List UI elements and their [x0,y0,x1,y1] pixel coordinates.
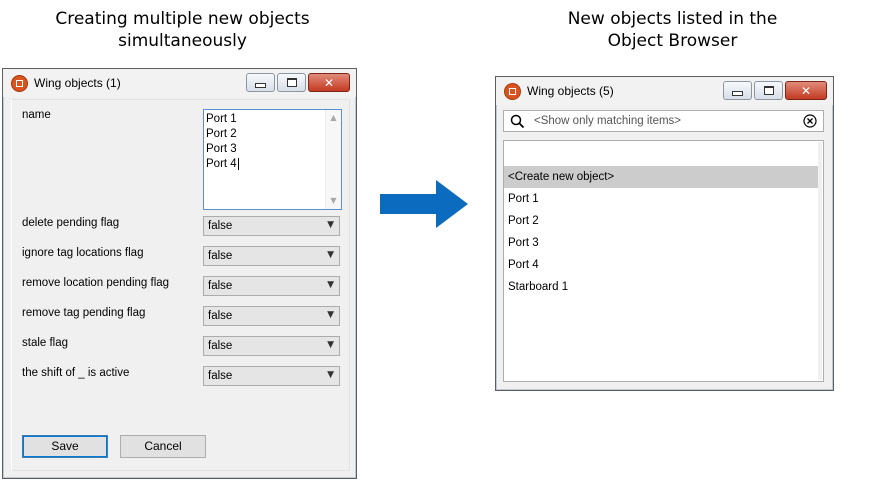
select-value: false [208,370,233,382]
name-line: Port 1 [206,113,237,125]
remove-location-pending-flag-select[interactable]: false ▼ [203,276,340,296]
close-button[interactable]: ✕ [785,81,827,100]
window-controls: ✕ [246,73,350,92]
list-item[interactable]: Port 1 [504,188,825,210]
window-title: Wing objects (5) [527,84,614,98]
chevron-down-icon: ▼ [327,220,334,230]
name-label: name [22,109,51,121]
select-value: false [208,220,233,232]
search-placeholder: <Show only matching items> [534,115,682,127]
maximize-icon [763,86,774,95]
title-bar[interactable]: Wing objects (5) ✕ [496,77,833,105]
list-scrollbar[interactable] [818,142,822,380]
title-bar[interactable]: Wing objects (1) ✕ [3,69,356,97]
shift-active-select[interactable]: false ▼ [203,366,340,386]
maximize-icon [286,78,297,87]
minimize-button[interactable] [723,81,752,100]
list-item-create-new[interactable]: <Create new object> [504,166,822,188]
close-icon: ✕ [323,75,335,90]
field-label: delete pending flag [22,217,120,229]
ignore-tag-locations-flag-select[interactable]: false ▼ [203,246,340,266]
cancel-button[interactable]: Cancel [120,435,206,458]
field-label: remove tag pending flag [22,307,146,319]
select-value: false [208,280,233,292]
scroll-up-icon[interactable]: ▲ [326,111,341,125]
save-button[interactable]: Save [22,435,108,458]
clear-icon[interactable] [803,114,817,128]
list-item[interactable]: Port 4 [504,254,825,276]
field-label: stale flag [22,337,69,349]
left-caption-line2: simultaneously [118,31,247,51]
close-icon: ✕ [800,83,812,98]
select-value: false [208,310,233,322]
maximize-button[interactable] [277,73,306,92]
right-caption-line2: Object Browser [607,31,738,51]
chevron-down-icon: ▼ [327,280,334,290]
field-label: remove location pending flag [22,277,170,289]
search-icon [510,114,525,129]
list-item[interactable]: Starboard 1 [504,276,825,298]
wing-objects-editor-window: Wing objects (1) ✕ name Port 1 Port 2 Po… [2,68,357,479]
minimize-button[interactable] [246,73,275,92]
app-icon [11,74,28,92]
app-icon [504,82,521,100]
form-panel: name Port 1 Port 2 Port 3 Port 4 ▲ ▼ del… [11,99,350,471]
name-line: Port 2 [206,128,237,140]
delete-pending-flag-select[interactable]: false ▼ [203,216,340,236]
object-browser-window: Wing objects (5) ✕ <Show only matching i… [495,76,834,391]
chevron-down-icon: ▼ [327,340,334,350]
field-label: the shift of _ is active [22,367,130,379]
left-caption-line1: Creating multiple new objects [55,9,310,29]
search-input[interactable]: <Show only matching items> [503,110,824,132]
window-title: Wing objects (1) [34,76,121,90]
textarea-scrollbar[interactable]: ▲ ▼ [325,110,341,209]
name-textarea[interactable]: Port 1 Port 2 Port 3 Port 4 ▲ ▼ [203,109,342,210]
window-controls: ✕ [723,81,827,100]
minimize-icon [732,90,743,96]
field-label: ignore tag locations flag [22,247,144,259]
stale-flag-select[interactable]: false ▼ [203,336,340,356]
object-list[interactable]: <Create new object> Port 1 Port 2 Port 3… [503,140,824,382]
scroll-down-icon[interactable]: ▼ [326,194,341,208]
chevron-down-icon: ▼ [327,250,334,260]
minimize-icon [255,82,266,88]
chevron-down-icon: ▼ [327,310,334,320]
name-line: Port 3 [206,143,237,155]
right-caption: New objects listed in the Object Browser [530,8,815,52]
close-button[interactable]: ✕ [308,73,350,92]
maximize-button[interactable] [754,81,783,100]
remove-tag-pending-flag-select[interactable]: false ▼ [203,306,340,326]
chevron-down-icon: ▼ [327,370,334,380]
list-item[interactable]: Port 3 [504,232,825,254]
right-caption-line1: New objects listed in the [567,9,778,29]
left-caption: Creating multiple new objects simultaneo… [40,8,325,52]
name-textarea-content: Port 1 Port 2 Port 3 Port 4 [206,112,239,172]
select-value: false [208,340,233,352]
right-arrow-icon [380,180,468,228]
select-value: false [208,250,233,262]
name-line: Port 4 [206,158,239,170]
list-item[interactable]: Port 2 [504,210,825,232]
